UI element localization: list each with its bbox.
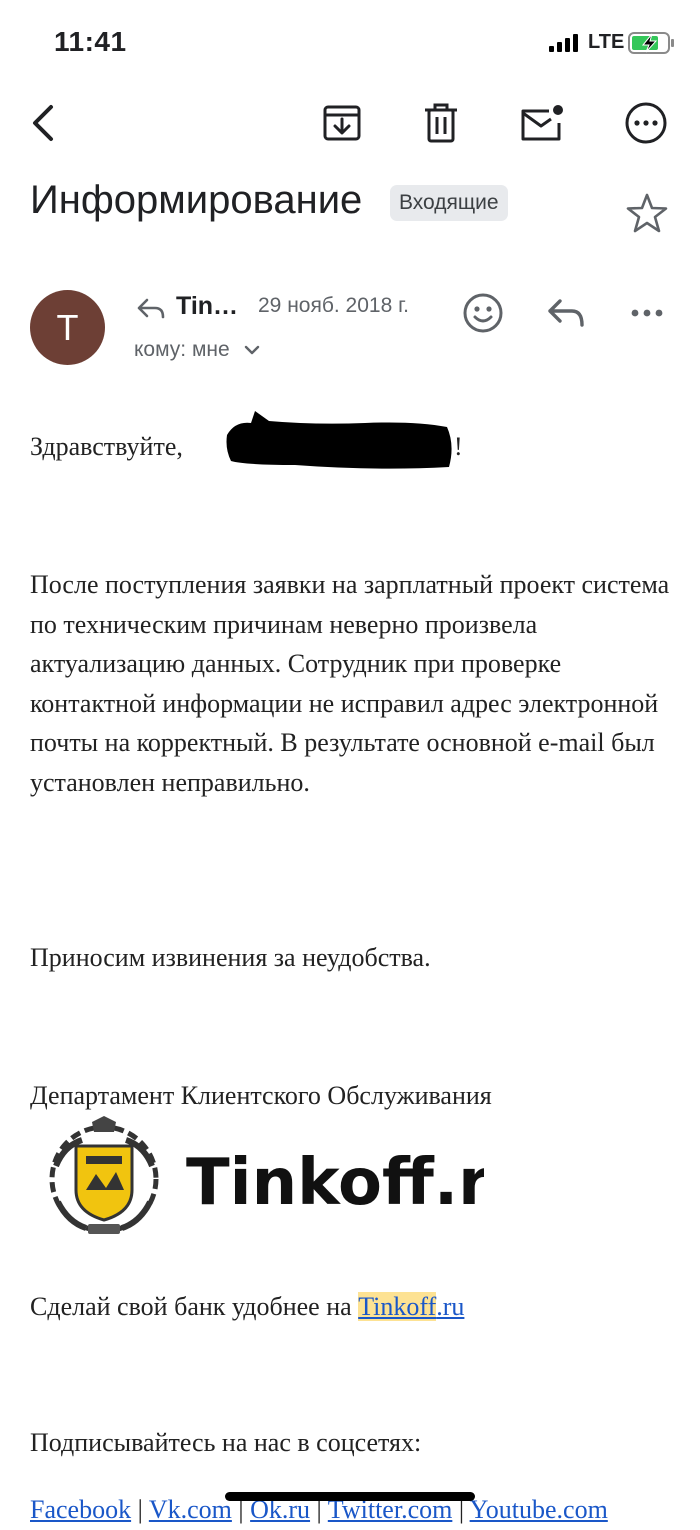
separator: | (137, 1495, 143, 1524)
inbox-label-chip[interactable]: Входящие (390, 185, 508, 221)
star-icon[interactable] (624, 190, 670, 236)
chevron-down-icon (244, 346, 259, 355)
youtube-link[interactable]: Youtube.com (470, 1495, 608, 1524)
trash-icon (425, 103, 457, 143)
message-more-icon[interactable] (624, 293, 670, 333)
mark-unread-icon (521, 105, 563, 141)
tinkoff-link[interactable]: Tinkoff.ru (358, 1292, 464, 1321)
sender-avatar[interactable]: T (30, 290, 105, 365)
facebook-link[interactable]: Facebook (30, 1495, 131, 1524)
greeting-end: ! (454, 432, 463, 461)
cta-line: Сделай свой банк удобнее на Tinkoff.ru (30, 1287, 464, 1327)
more-horizontal-icon (625, 102, 667, 144)
tinkoff-logo: Tinkoff.ru (49, 1116, 484, 1234)
department-signature: Департамент Клиентского Обслуживания (30, 1081, 492, 1110)
home-indicator[interactable] (225, 1492, 475, 1501)
network-type: LTE (588, 31, 625, 53)
archive-button[interactable] (316, 97, 368, 149)
vk-link[interactable]: Vk.com (149, 1495, 232, 1524)
link-suffix: .ru (436, 1292, 465, 1321)
greeting: Здравствуйте, (30, 432, 183, 461)
logo-wordmark: Tinkoff.ru (186, 1146, 484, 1220)
back-arrow-icon (33, 105, 53, 141)
more-options-button[interactable] (620, 97, 672, 149)
cta-prefix: Сделай свой банк удобнее на (30, 1292, 359, 1321)
back-button[interactable] (16, 97, 68, 149)
replied-indicator-icon (137, 298, 165, 319)
recipients-toggle[interactable]: кому: мне (134, 338, 262, 362)
subscribe-text: Подписывайтесь на нас в соцсетях: (30, 1428, 422, 1457)
delete-button[interactable] (415, 97, 467, 149)
sender-name[interactable]: Tin… (176, 292, 238, 321)
battery-charging-icon (628, 32, 674, 54)
mark-unread-button[interactable] (516, 97, 568, 149)
reply-icon[interactable] (544, 293, 590, 333)
recipients-text: кому: мне (134, 338, 230, 361)
signal-strength-icon (549, 34, 578, 52)
status-time: 11:41 (54, 26, 127, 57)
apology-text: Приносим извинения за неудобства. (30, 943, 431, 972)
redacted-name-scribble (226, 411, 452, 469)
email-subject: Информирование (30, 178, 363, 222)
email-date: 29 нояб. 2018 г. (258, 294, 410, 317)
archive-icon (323, 105, 361, 141)
body-paragraph: После поступления заявки на зарплатный п… (30, 570, 670, 797)
link-highlight: Tinkoff (358, 1292, 437, 1321)
emoji-reaction-icon[interactable] (460, 290, 506, 336)
